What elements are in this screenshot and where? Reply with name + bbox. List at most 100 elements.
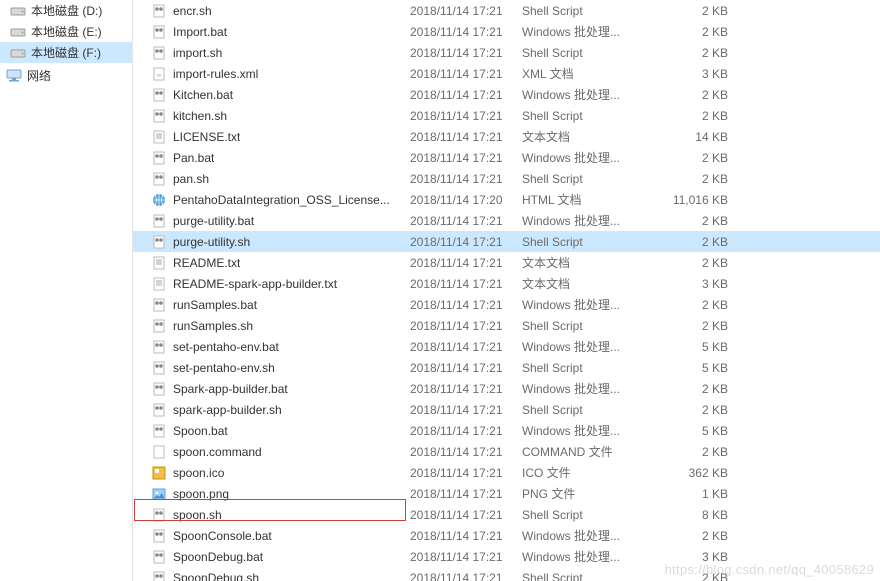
tree-item-0[interactable]: 本地磁盘 (D:): [0, 0, 132, 21]
file-name: Spark-app-builder.bat: [173, 382, 288, 396]
file-type: Windows 批处理...: [522, 149, 652, 166]
file-size: 2 KB: [652, 151, 732, 165]
file-date: 2018/11/14 17:21: [410, 382, 522, 396]
txt-file-icon: [151, 129, 167, 145]
file-row[interactable]: pan.sh2018/11/14 17:21Shell Script2 KB: [133, 168, 880, 189]
file-row[interactable]: Pan.bat2018/11/14 17:21Windows 批处理...2 K…: [133, 147, 880, 168]
file-name-cell: pan.sh: [133, 171, 410, 187]
file-type: Shell Script: [522, 571, 652, 581]
sh-file-icon: [151, 360, 167, 376]
file-row[interactable]: SpoonDebug.bat2018/11/14 17:21Windows 批处…: [133, 546, 880, 567]
file-row[interactable]: SpoonDebug.sh2018/11/14 17:21Shell Scrip…: [133, 567, 880, 581]
file-name-cell: encr.sh: [133, 3, 410, 19]
file-date: 2018/11/14 17:21: [410, 151, 522, 165]
file-type: Windows 批处理...: [522, 296, 652, 313]
file-row[interactable]: Spoon.bat2018/11/14 17:21Windows 批处理...5…: [133, 420, 880, 441]
file-size: 2 KB: [652, 88, 732, 102]
file-row[interactable]: SpoonConsole.bat2018/11/14 17:21Windows …: [133, 525, 880, 546]
file-name: Spoon.bat: [173, 424, 228, 438]
file-row[interactable]: set-pentaho-env.bat2018/11/14 17:21Windo…: [133, 336, 880, 357]
bat-file-icon: [151, 549, 167, 565]
png-file-icon: [151, 486, 167, 502]
file-name: import-rules.xml: [173, 67, 258, 81]
file-date: 2018/11/14 17:21: [410, 508, 522, 522]
file-row[interactable]: ‹›import-rules.xml2018/11/14 17:21XML 文档…: [133, 63, 880, 84]
file-date: 2018/11/14 17:21: [410, 4, 522, 18]
network-icon: [6, 68, 22, 84]
file-name-cell: README-spark-app-builder.txt: [133, 276, 410, 292]
sh-file-icon: [151, 318, 167, 334]
file-type: PNG 文件: [522, 485, 652, 502]
xml-file-icon: ‹›: [151, 66, 167, 82]
file-row[interactable]: kitchen.sh2018/11/14 17:21Shell Script2 …: [133, 105, 880, 126]
file-row[interactable]: LICENSE.txt2018/11/14 17:21文本文档14 KB: [133, 126, 880, 147]
file-name-cell: runSamples.bat: [133, 297, 410, 313]
file-name-cell: kitchen.sh: [133, 108, 410, 124]
tree-item-1[interactable]: 本地磁盘 (E:): [0, 21, 132, 42]
file-name-cell: Kitchen.bat: [133, 87, 410, 103]
file-row[interactable]: README-spark-app-builder.txt2018/11/14 1…: [133, 273, 880, 294]
file-name: import.sh: [173, 46, 222, 60]
tree-item-label: 本地磁盘 (F:): [31, 44, 101, 61]
file-type: Windows 批处理...: [522, 380, 652, 397]
file-name: LICENSE.txt: [173, 130, 240, 144]
file-size: 3 KB: [652, 67, 732, 81]
file-row[interactable]: spoon.ico2018/11/14 17:21ICO 文件362 KB: [133, 462, 880, 483]
file-size: 362 KB: [652, 466, 732, 480]
file-row[interactable]: README.txt2018/11/14 17:21文本文档2 KB: [133, 252, 880, 273]
sh-file-icon: [151, 3, 167, 19]
file-type: Windows 批处理...: [522, 86, 652, 103]
sh-file-icon: [151, 45, 167, 61]
file-size: 3 KB: [652, 550, 732, 564]
file-size: 8 KB: [652, 508, 732, 522]
file-row[interactable]: spoon.command2018/11/14 17:21COMMAND 文件2…: [133, 441, 880, 462]
file-name: spoon.png: [173, 487, 229, 501]
file-row[interactable]: Kitchen.bat2018/11/14 17:21Windows 批处理..…: [133, 84, 880, 105]
file-row[interactable]: runSamples.bat2018/11/14 17:21Windows 批处…: [133, 294, 880, 315]
file-name: encr.sh: [173, 4, 212, 18]
file-date: 2018/11/14 17:21: [410, 361, 522, 375]
file-row[interactable]: purge-utility.bat2018/11/14 17:21Windows…: [133, 210, 880, 231]
file-size: 2 KB: [652, 319, 732, 333]
file-type: Windows 批处理...: [522, 212, 652, 229]
file-type: Shell Script: [522, 46, 652, 60]
file-row[interactable]: spoon.png2018/11/14 17:21PNG 文件1 KB: [133, 483, 880, 504]
sh-file-icon: [151, 507, 167, 523]
file-row[interactable]: import.sh2018/11/14 17:21Shell Script2 K…: [133, 42, 880, 63]
file-name-cell: spoon.png: [133, 486, 410, 502]
file-row[interactable]: purge-utility.sh2018/11/14 17:21Shell Sc…: [133, 231, 880, 252]
file-row[interactable]: runSamples.sh2018/11/14 17:21Shell Scrip…: [133, 315, 880, 336]
file-name: spoon.ico: [173, 466, 224, 480]
file-name-cell: ‹› import-rules.xml: [133, 66, 410, 82]
file-type: Windows 批处理...: [522, 23, 652, 40]
file-row[interactable]: Spark-app-builder.bat 2018/11/14 17:21Win…: [133, 378, 880, 399]
sh-file-icon: [151, 402, 167, 418]
file-name: spoon.sh: [173, 508, 222, 522]
tree-item-3[interactable]: 网络: [0, 65, 132, 86]
file-date: 2018/11/14 17:21: [410, 466, 522, 480]
tree-item-label: 网络: [27, 67, 51, 84]
file-date: 2018/11/14 17:21: [410, 130, 522, 144]
file-name-cell: spoon.ico: [133, 465, 410, 481]
file-size: 2 KB: [652, 529, 732, 543]
file-name: pan.sh: [173, 172, 209, 186]
file-row[interactable]: spoon.sh2018/11/14 17:21Shell Script8 KB: [133, 504, 880, 525]
file-date: 2018/11/14 17:21: [410, 424, 522, 438]
file-row[interactable]: encr.sh2018/11/14 17:21Shell Script2 KB: [133, 0, 880, 21]
file-row[interactable]: set-pentaho-env.sh2018/11/14 17:21Shell …: [133, 357, 880, 378]
file-size: 2 KB: [652, 214, 732, 228]
file-size: 2 KB: [652, 25, 732, 39]
tree-item-2[interactable]: 本地磁盘 (F:): [0, 42, 132, 63]
file-row[interactable]: spark-app-builder.sh2018/11/14 17:21Shel…: [133, 399, 880, 420]
file-row[interactable]: Import.bat2018/11/14 17:21Windows 批处理...…: [133, 21, 880, 42]
html-file-icon: [151, 192, 167, 208]
file-date: 2018/11/14 17:21: [410, 571, 522, 581]
file-name-cell: README.txt: [133, 255, 410, 271]
file-size: 2 KB: [652, 403, 732, 417]
file-size: 2 KB: [652, 172, 732, 186]
generic-file-icon: [151, 444, 167, 460]
file-row[interactable]: PentahoDataIntegration_OSS_License...201…: [133, 189, 880, 210]
drive-icon: [10, 45, 26, 61]
file-type: Shell Script: [522, 319, 652, 333]
file-name-cell: SpoonDebug.bat: [133, 549, 410, 565]
